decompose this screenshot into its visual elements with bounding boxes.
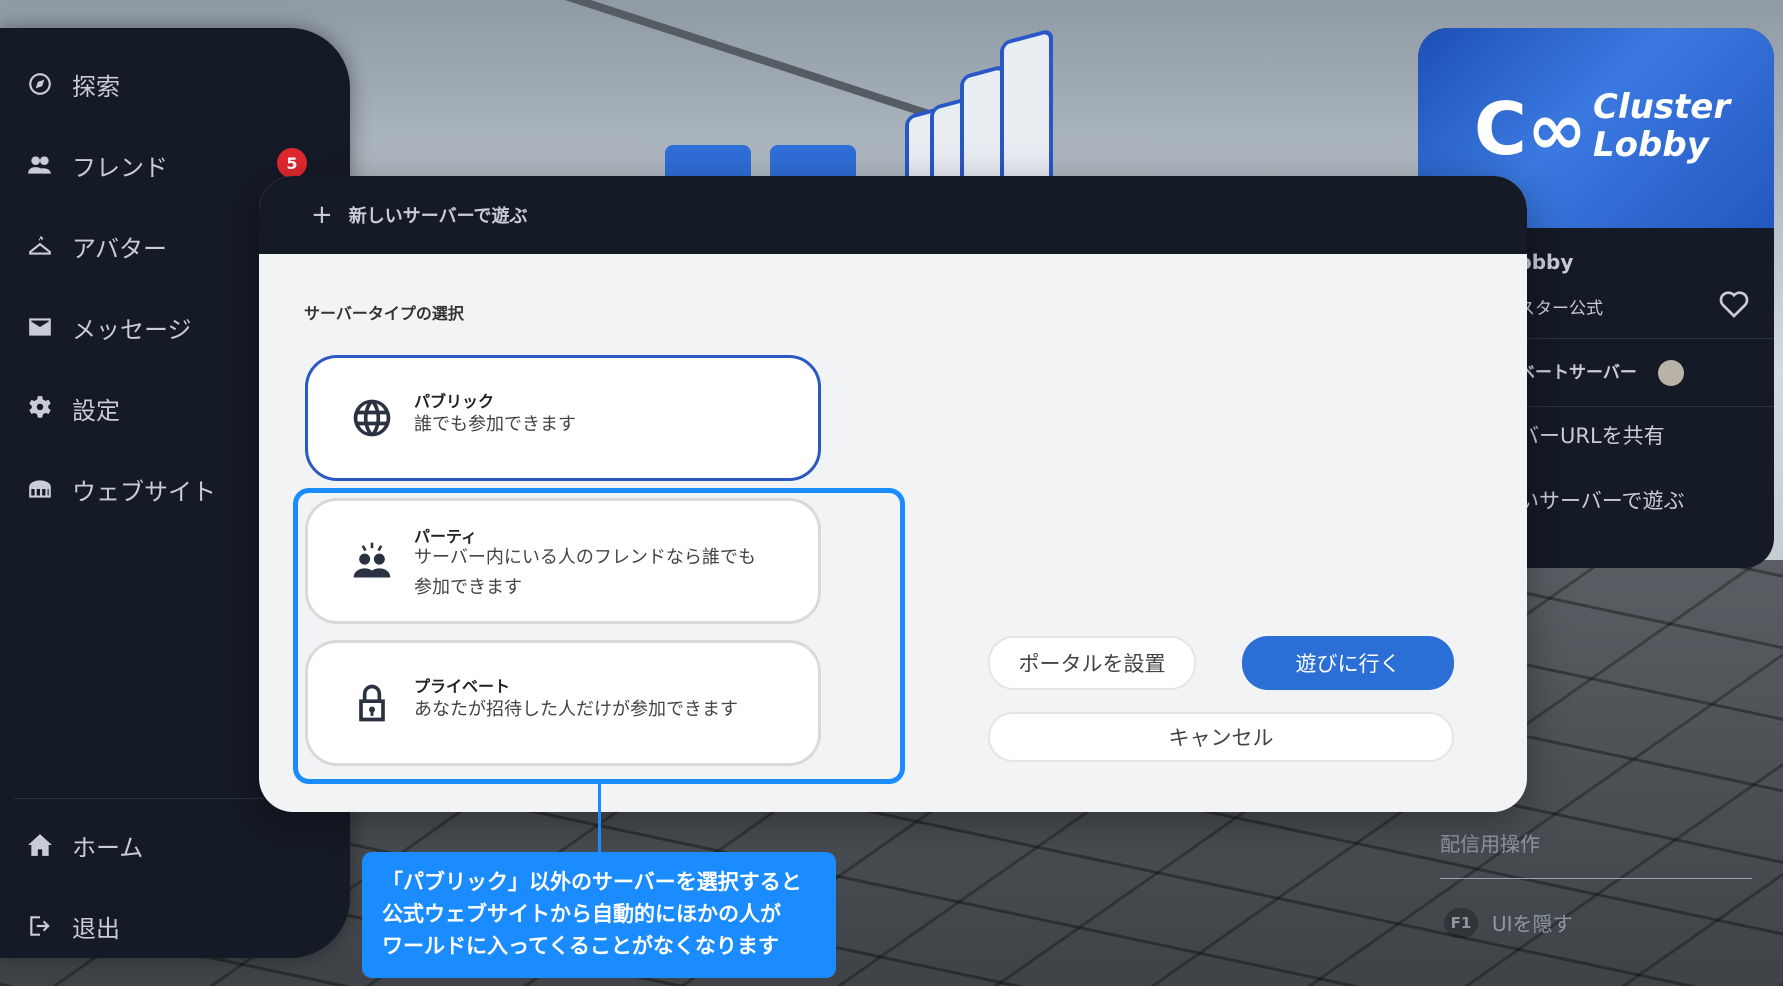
sidebar-item-label: 退出: [72, 914, 120, 943]
hanger-icon: [26, 232, 54, 260]
dialog-header: + 新しいサーバーで遊ぶ: [259, 176, 1527, 254]
share-server-url-link[interactable]: バーURLを共有: [1518, 420, 1665, 450]
play-new-server-link[interactable]: いサーバーで遊ぶ: [1518, 485, 1685, 515]
cluster-logo-icon: C∞: [1474, 87, 1587, 171]
right-divider: [1440, 878, 1752, 879]
hide-ui-button[interactable]: UIを隠す: [1492, 908, 1573, 937]
website-icon: [26, 475, 54, 503]
sidebar-item-exit[interactable]: 退出: [26, 906, 316, 946]
play-button[interactable]: 遊びに行く: [1242, 636, 1454, 690]
sidebar-item-label: フレンド: [72, 153, 168, 182]
sidebar-item-explore[interactable]: 探索: [26, 64, 316, 104]
sidebar-item-label: 探索: [72, 72, 120, 101]
exit-icon: [26, 912, 54, 940]
section-title: サーバータイプの選択: [304, 304, 464, 323]
gear-icon: [26, 394, 54, 422]
friends-icon: [26, 151, 54, 179]
option-description: 誰でも参加できます: [414, 414, 576, 435]
world-owner: スター公式: [1518, 299, 1603, 319]
server-avatar: [1658, 360, 1684, 386]
compass-icon: [26, 70, 54, 98]
world-logo-text: Cluster Lobby: [1593, 87, 1731, 165]
globe-icon: [350, 396, 394, 440]
sidebar-divider: [14, 798, 264, 799]
notification-badge: 5: [277, 148, 307, 178]
f1-key-badge: F1: [1444, 908, 1478, 938]
annotation-highlight: [293, 488, 905, 784]
option-name: パブリック: [414, 392, 495, 411]
sidebar-item-label: アバター: [72, 234, 168, 263]
sidebar-item-label: ホーム: [72, 833, 144, 862]
place-portal-button[interactable]: ポータルを設置: [988, 636, 1196, 690]
dialog-title: 新しいサーバーで遊ぶ: [348, 206, 528, 227]
annotation-callout: 「パブリック」以外のサーバーを選択すると 公式ウェブサイトから自動的にほかの人が…: [362, 852, 836, 978]
sidebar-item-label: メッセージ: [72, 315, 192, 344]
sidebar-item-label: 設定: [72, 396, 120, 425]
sidebar-item-label: ウェブサイト: [72, 477, 216, 506]
mail-icon: [26, 313, 54, 341]
cancel-button[interactable]: キャンセル: [988, 712, 1454, 762]
annotation-connector: [598, 784, 601, 854]
server-type-label: ベートサーバー: [1518, 363, 1637, 383]
favorite-heart-icon[interactable]: [1718, 288, 1750, 320]
server-type-public[interactable]: パブリック 誰でも参加できます: [305, 355, 821, 481]
home-icon: [26, 831, 54, 859]
sidebar-item-home[interactable]: ホーム: [26, 825, 316, 865]
plus-icon: +: [311, 200, 333, 230]
stream-controls-label: 配信用操作: [1440, 832, 1540, 856]
